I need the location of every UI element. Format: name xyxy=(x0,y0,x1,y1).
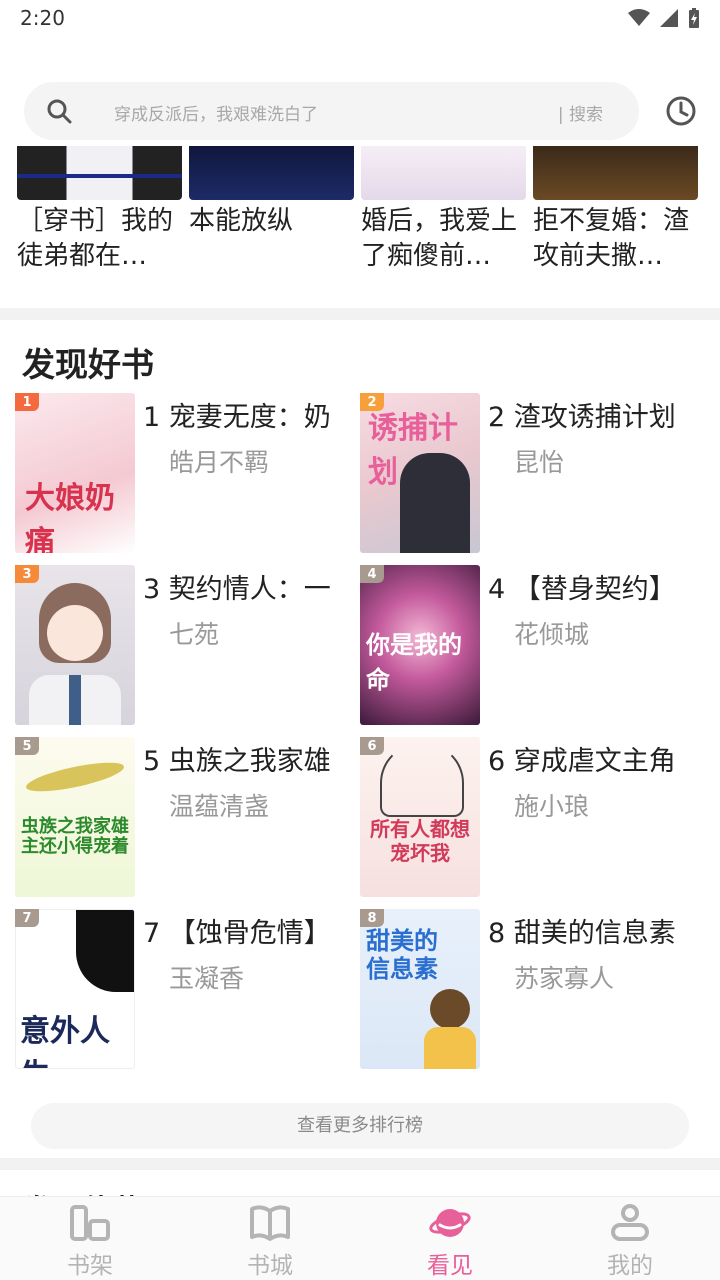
book-cover[interactable] xyxy=(17,146,182,200)
book-open-icon xyxy=(250,1205,290,1241)
section-divider xyxy=(0,1158,720,1170)
strip-book-title[interactable]: 拒不复婚：渣攻前夫撒… xyxy=(533,204,698,274)
strip-book-title[interactable]: 本能放纵 xyxy=(189,204,354,274)
book-card[interactable]: 诱捕计划 2 2 渣攻诱捕计划 昆怡 xyxy=(360,393,700,553)
book-title[interactable]: 8 甜美的信息素 xyxy=(488,911,700,950)
app-screen: 2:20 穿成反派后，我艰难洗白了 | 搜索 ［穿书］我的徒弟都在… 本能放纵 … xyxy=(0,0,720,1280)
book-card[interactable]: 你是我的命 4 4 【替身契约】 花倾城 xyxy=(360,565,700,725)
book-cover[interactable] xyxy=(189,146,354,200)
tab-profile[interactable]: 我的 xyxy=(540,1197,720,1280)
search-bar[interactable]: 穿成反派后，我艰难洗白了 | 搜索 xyxy=(24,82,639,140)
signal-icon xyxy=(660,9,678,27)
tab-label: 书架 xyxy=(67,1253,113,1279)
book-cover[interactable]: 你是我的命 xyxy=(360,565,480,725)
search-button[interactable]: | 搜索 xyxy=(558,100,603,125)
status-bar: 2:20 xyxy=(0,0,720,36)
recommend-strip: ［穿书］我的徒弟都在… 本能放纵 婚后，我爱上了痴傻前… 拒不复婚：渣攻前夫撒… xyxy=(0,146,720,296)
section-divider xyxy=(0,308,720,320)
book-author: 七苑 xyxy=(169,620,220,649)
book-title[interactable]: 4 【替身契约】 xyxy=(488,567,700,606)
book-cover[interactable]: 所有人都想宠坏我 xyxy=(360,737,480,897)
book-cover[interactable] xyxy=(533,146,698,200)
cover-text: 甜美的信息素 xyxy=(366,927,438,983)
book-cover[interactable]: 甜美的信息素 xyxy=(360,909,480,1069)
wifi-icon xyxy=(628,9,650,26)
tab-label: 书城 xyxy=(247,1253,293,1279)
strip-book-title[interactable]: ［穿书］我的徒弟都在… xyxy=(17,204,182,274)
book-author: 玉凝香 xyxy=(169,964,245,993)
strip-book-title[interactable]: 婚后，我爱上了痴傻前… xyxy=(361,204,526,274)
cover-text: 虫族之我家雄主还小得宠着 xyxy=(21,816,129,857)
rank-badge: 6 xyxy=(360,737,384,755)
bookshelf-icon xyxy=(70,1205,110,1241)
strip-book[interactable]: 拒不复婚：渣攻前夫撒… xyxy=(533,146,698,274)
book-author: 温蕴清盏 xyxy=(169,792,270,821)
book-cover[interactable]: 虫族之我家雄主还小得宠着 xyxy=(15,737,135,897)
tab-label: 看见 xyxy=(427,1253,473,1279)
cover-text: 你是我的命 xyxy=(366,630,462,694)
section-title: 发现好书 xyxy=(22,345,154,384)
tab-bookshelf[interactable]: 书架 xyxy=(0,1197,180,1280)
book-title[interactable]: 3 契约情人：一 xyxy=(143,567,355,606)
rank-badge: 3 xyxy=(15,565,39,583)
book-title[interactable]: 6 穿成虐文主角 xyxy=(488,739,700,778)
cover-text: 意外人生 xyxy=(20,1014,110,1068)
book-author: 施小琅 xyxy=(514,792,590,821)
rank-badge: 7 xyxy=(15,909,39,927)
book-author: 花倾城 xyxy=(514,620,590,649)
tab-bookstore[interactable]: 书城 xyxy=(180,1197,360,1280)
cover-text: 大娘奶痛 xyxy=(25,481,115,553)
rank-badge: 1 xyxy=(15,393,39,411)
bottom-nav: 书架 书城 看见 我的 xyxy=(0,1196,720,1280)
status-icons xyxy=(628,8,700,28)
tab-label: 我的 xyxy=(607,1253,653,1279)
status-time: 2:20 xyxy=(20,6,65,30)
book-card[interactable]: 所有人都想宠坏我 6 6 穿成虐文主角 施小琅 xyxy=(360,737,700,897)
book-cover[interactable] xyxy=(361,146,526,200)
book-cover[interactable]: 意外人生 xyxy=(15,909,135,1069)
book-card[interactable]: 虫族之我家雄主还小得宠着 5 5 虫族之我家雄 温蕴清盏 xyxy=(15,737,355,897)
more-rankings-button[interactable]: 查看更多排行榜 xyxy=(31,1103,689,1149)
rank-badge: 2 xyxy=(360,393,384,411)
rank-badge: 8 xyxy=(360,909,384,927)
book-cover[interactable]: 诱捕计划 xyxy=(360,393,480,553)
book-title[interactable]: 5 虫族之我家雄 xyxy=(143,739,355,778)
battery-icon xyxy=(689,8,699,28)
book-card[interactable]: 意外人生 7 7 【蚀骨危情】 玉凝香 xyxy=(15,909,355,1069)
tab-discover[interactable]: 看见 xyxy=(360,1197,540,1280)
book-author: 苏家寡人 xyxy=(514,964,615,993)
book-card[interactable]: 3 3 契约情人：一 七苑 xyxy=(15,565,355,725)
planet-icon xyxy=(429,1209,471,1237)
history-clock-icon[interactable] xyxy=(664,94,698,128)
book-author: 昆怡 xyxy=(514,448,565,477)
book-card[interactable]: 甜美的信息素 8 8 甜美的信息素 苏家寡人 xyxy=(360,909,700,1069)
strip-book[interactable]: 本能放纵 xyxy=(189,146,354,274)
search-icon xyxy=(47,99,72,124)
strip-book[interactable]: ［穿书］我的徒弟都在… xyxy=(17,146,182,274)
search-placeholder[interactable]: 穿成反派后，我艰难洗白了 xyxy=(114,100,318,125)
book-cover[interactable]: 大娘奶痛 xyxy=(15,393,135,553)
book-title[interactable]: 1 宠妻无度：奶 xyxy=(143,395,355,434)
book-card[interactable]: 大娘奶痛 1 1 宠妻无度：奶 皓月不羁 xyxy=(15,393,355,553)
rank-badge: 5 xyxy=(15,737,39,755)
cover-text: 所有人都想宠坏我 xyxy=(370,817,470,865)
book-title[interactable]: 7 【蚀骨危情】 xyxy=(143,911,355,950)
rank-badge: 4 xyxy=(360,565,384,583)
book-title[interactable]: 2 渣攻诱捕计划 xyxy=(488,395,700,434)
strip-book[interactable]: 婚后，我爱上了痴傻前… xyxy=(361,146,526,274)
book-author: 皓月不羁 xyxy=(169,448,270,477)
profile-icon xyxy=(611,1204,649,1241)
book-cover[interactable] xyxy=(15,565,135,725)
